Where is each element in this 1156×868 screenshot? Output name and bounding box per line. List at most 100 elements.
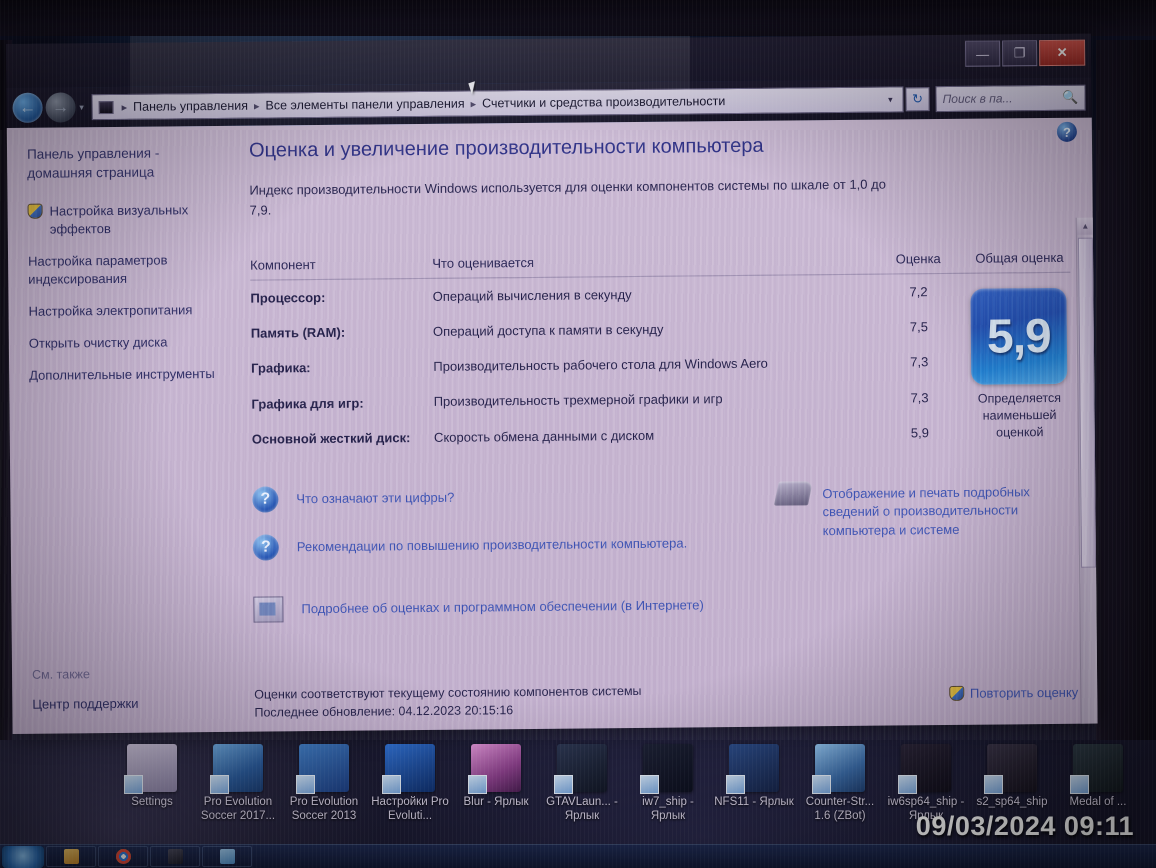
- links-section: ? Что означают эти цифры? ? Рекомендации…: [252, 479, 1073, 623]
- monitor-bezel-right: [1096, 40, 1156, 740]
- breadcrumb-separator-icon: ▸: [470, 97, 477, 111]
- taskbar-item-media-player[interactable]: [150, 846, 200, 867]
- sidebar: Панель управления - домашняя страница На…: [7, 126, 241, 734]
- desktop-icon-label: Medal of ...: [1069, 796, 1127, 808]
- desktop-icon-pes-settings[interactable]: Настройки Pro Evoluti...: [370, 744, 450, 824]
- sidebar-home-link[interactable]: Панель управления - домашняя страница: [27, 144, 225, 183]
- desktop-icon-label: Pro Evolution Soccer 2017...: [200, 796, 276, 822]
- chrome-icon: [115, 849, 131, 864]
- link-label: Что означают эти цифры?: [296, 489, 455, 507]
- app-icon: [898, 744, 951, 794]
- question-mark-icon: ?: [252, 534, 279, 561]
- sidebar-item-visual-effects[interactable]: Настройка визуальных эффектов: [27, 201, 226, 239]
- app-icon: [726, 744, 779, 794]
- recent-pages-chevron-icon[interactable]: ▾: [75, 92, 87, 122]
- taskbar-item-photo-viewer[interactable]: [202, 846, 252, 867]
- camera-timestamp-overlay: 09/03/2024 09:11: [915, 811, 1134, 841]
- start-button-icon[interactable]: [2, 845, 44, 868]
- taskbar-item-chrome[interactable]: [98, 846, 148, 867]
- desktop-icon-label: Counter-Str... 1.6 (ZBot): [805, 796, 875, 822]
- forward-arrow-icon[interactable]: →: [45, 92, 76, 123]
- base-score-caption: Определяется наименьшей оценкой: [977, 390, 1062, 440]
- page-description: Индекс производительности Windows исполь…: [249, 176, 886, 218]
- address-bar[interactable]: ▸ Панель управления ▸ Все элементы панел…: [91, 86, 904, 121]
- app-icon: [812, 744, 865, 794]
- page-title: Оценка и увеличение производительности к…: [248, 134, 764, 162]
- desktop-icon-settings[interactable]: Settings: [112, 744, 192, 810]
- close-button[interactable]: ✕: [1039, 39, 1086, 67]
- desktop-icon-label: iw7_ship - Ярлык: [642, 796, 694, 822]
- breadcrumb-item-control-panel[interactable]: Панель управления: [131, 99, 250, 114]
- maximize-button[interactable]: ❐: [1002, 40, 1038, 67]
- minimize-button[interactable]: —: [965, 40, 1001, 67]
- app-icon: [984, 744, 1037, 794]
- monitor-photo: — ❐ ✕ ← → ▾ ▸ Панель управления ▸ Все эл…: [0, 0, 1156, 868]
- address-bar-spacer: [727, 100, 880, 101]
- sidebar-item-support-center[interactable]: Центр поддержки: [32, 696, 138, 712]
- link-row-more-about-scores[interactable]: Подробнее об оценках и программном обесп…: [253, 589, 1073, 623]
- desktop-icon-counterstrike[interactable]: Counter-Str... 1.6 (ZBot): [800, 744, 880, 824]
- base-score-value: 5,9: [986, 309, 1051, 364]
- control-panel-window: — ❐ ✕ ← → ▾ ▸ Панель управления ▸ Все эл…: [6, 33, 1098, 734]
- window-content: Панель управления - домашняя страница На…: [6, 117, 1098, 734]
- sidebar-item-label: Настройка визуальных эффектов: [49, 202, 189, 237]
- header-base-score: Общая оценка: [968, 249, 1071, 274]
- search-icon: 🔍: [1062, 89, 1079, 105]
- desktop-icon-pes2013[interactable]: Pro Evolution Soccer 2013: [284, 744, 364, 824]
- desktop-icon-nfs11[interactable]: NFS11 - Ярлык: [714, 744, 794, 810]
- app-icon: [554, 744, 607, 794]
- row-component: Процессор:: [250, 290, 326, 306]
- row-what: Производительность рабочего стола для Wi…: [433, 356, 768, 375]
- sidebar-item-advanced-tools[interactable]: Дополнительные инструменты: [29, 365, 227, 385]
- app-icon: [210, 744, 263, 794]
- app-icon: [124, 744, 177, 794]
- book-icon: [253, 596, 284, 623]
- desktop-icon-label: Pro Evolution Soccer 2013: [289, 796, 359, 822]
- search-box[interactable]: Поиск в па... 🔍: [935, 84, 1086, 113]
- help-icon[interactable]: ?: [1056, 121, 1077, 142]
- row-component: Графика:: [251, 360, 311, 377]
- desktop-icon-iw7ship[interactable]: iw7_ship - Ярлык: [628, 744, 708, 824]
- row-what: Операций вычисления в секунду: [432, 287, 632, 304]
- link-label: Отображение и печать подробных сведений …: [822, 483, 1030, 538]
- breadcrumb-item-all-items[interactable]: Все элементы панели управления: [263, 97, 466, 113]
- back-arrow-icon[interactable]: ←: [12, 92, 43, 123]
- desktop-icon-gtav[interactable]: GTAVLaun... - Ярлык: [542, 744, 622, 824]
- header-score: Оценка: [867, 250, 969, 275]
- desktop-icon-medalofhonor[interactable]: Medal of ...: [1058, 744, 1138, 810]
- address-dropdown-chevron-icon[interactable]: ▾: [880, 94, 901, 105]
- link-label: Подробнее об оценках и программном обесп…: [301, 597, 704, 616]
- row-score: 7,2: [909, 284, 928, 300]
- sidebar-item-indexing[interactable]: Настройка параметров индексирования: [28, 251, 226, 289]
- app-icon: [382, 744, 435, 794]
- recheck-button[interactable]: Повторить оценку: [948, 684, 1079, 701]
- printer-icon: [773, 481, 813, 506]
- main-panel: ? Оценка и увеличение производительности…: [235, 118, 1098, 732]
- row-component: Память (RAM):: [250, 324, 346, 341]
- scrollbar-thumb[interactable]: [1077, 237, 1097, 568]
- sidebar-item-disk-cleanup[interactable]: Открыть очистку диска: [29, 333, 227, 353]
- taskbar-item-explorer[interactable]: [46, 846, 96, 867]
- desktop-icon-blur[interactable]: Blur - Ярлык: [456, 744, 536, 810]
- breadcrumb-item-performance[interactable]: Счетчики и средства производительности: [480, 94, 727, 110]
- row-score: 7,3: [910, 354, 929, 370]
- desktop-icon-pes2017[interactable]: Pro Evolution Soccer 2017...: [198, 744, 278, 824]
- row-score: 5,9: [910, 424, 930, 441]
- shield-icon: [948, 685, 965, 701]
- taskbar: [0, 844, 1156, 868]
- performance-table: Компонент Что оценивается Оценка Общая о…: [250, 249, 1072, 457]
- clapperboard-icon: [167, 849, 183, 864]
- link-row-print-details[interactable]: Отображение и печать подробных сведений …: [773, 479, 1077, 541]
- recheck-label: Повторить оценку: [969, 684, 1079, 701]
- app-icon: [1070, 744, 1123, 794]
- see-also-heading: См. также: [31, 667, 91, 682]
- row-what: Скорость обмена данными с диском: [433, 427, 655, 445]
- base-score-badge: 5,9 Определяется наименьшей оценкой: [962, 287, 1075, 442]
- desktop-icon-s2sp64[interactable]: s2_sp64_ship: [972, 744, 1052, 810]
- app-icon: [296, 744, 349, 794]
- refresh-button[interactable]: ↻: [905, 87, 930, 112]
- scroll-up-arrow-icon[interactable]: ▲: [1076, 217, 1094, 235]
- link-label: Рекомендации по повышению производительн…: [296, 535, 688, 555]
- footer: Оценки соответствуют текущему состоянию …: [254, 677, 1078, 721]
- sidebar-item-power[interactable]: Настройка электропитания: [28, 301, 226, 321]
